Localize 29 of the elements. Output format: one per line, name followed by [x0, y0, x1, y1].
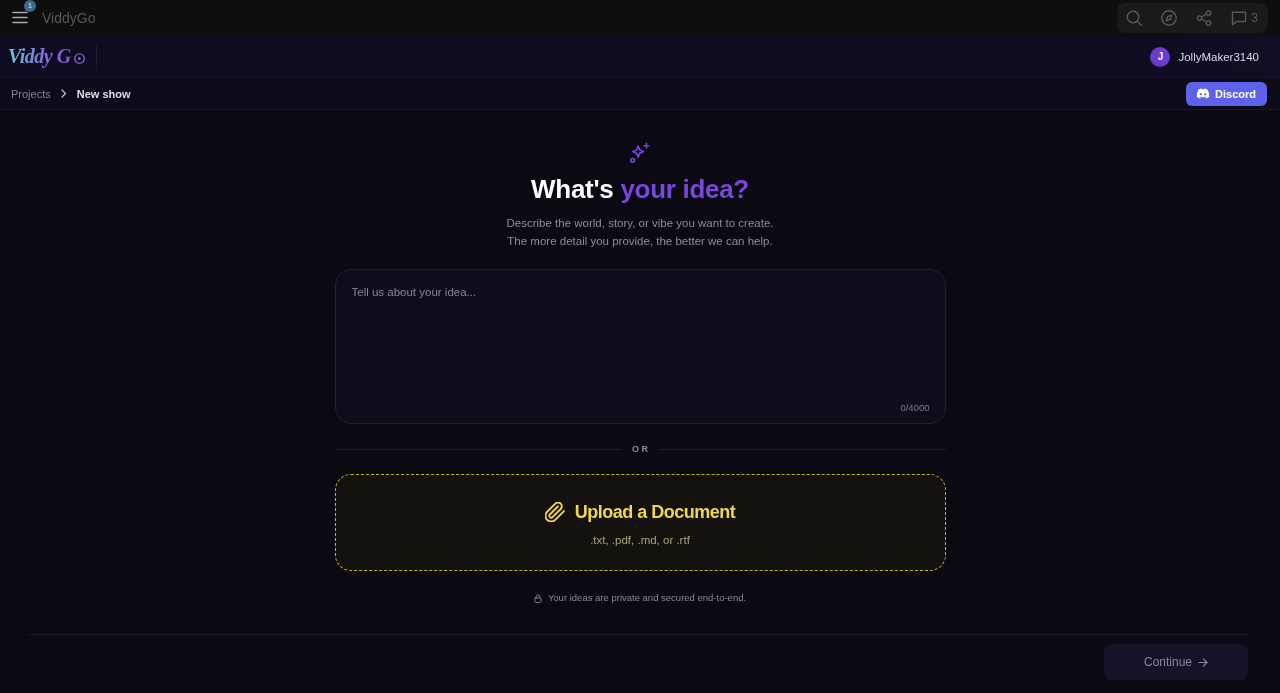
- share-icon[interactable]: [1196, 10, 1213, 26]
- paperclip-icon: [544, 502, 565, 522]
- upload-title: Upload a Document: [574, 501, 736, 523]
- comment-count: 3: [1251, 11, 1258, 25]
- sparkle-icon: [629, 142, 651, 164]
- heading: What's your idea?: [531, 173, 749, 205]
- lock-icon: [533, 593, 542, 603]
- breadcrumb-link[interactable]: New show: [76, 87, 131, 100]
- app-title: ViddyGo: [42, 10, 96, 26]
- user-name[interactable]: JollyMaker3140: [1178, 50, 1259, 63]
- character-counter: 0/4000: [900, 402, 930, 413]
- subtitle-text: Describe the world, story, or vibe you want to create. The more detail you provide, the better we can help.: [506, 216, 774, 249]
- privacy-note: Your ideas are private and secured end-to-end.: [547, 591, 747, 605]
- search-icon[interactable]: [1126, 10, 1143, 26]
- or-divider-label: OR: [631, 444, 651, 454]
- discord-icon: [1196, 88, 1211, 99]
- discord-button[interactable]: Discord: [1186, 81, 1267, 106]
- chevron-right-icon: [60, 89, 67, 98]
- play-circle-icon[interactable]: [73, 52, 85, 64]
- arrow-right-icon: [1198, 657, 1208, 667]
- upload-dropzone[interactable]: Upload a Document .txt, .pdf, .md, or .rtf: [334, 474, 946, 571]
- chat-icon[interactable]: [1231, 10, 1248, 26]
- user-avatar[interactable]: J: [1150, 46, 1171, 67]
- notification-badge: 1: [24, 0, 36, 12]
- menu-icon[interactable]: [12, 11, 28, 24]
- compass-icon[interactable]: [1161, 10, 1178, 26]
- file-types-text: .txt, .pdf, .md, or .rtf: [590, 533, 690, 546]
- breadcrumb-link[interactable]: Projects: [11, 87, 51, 100]
- logo-text[interactable]: Viddy G: [8, 45, 73, 68]
